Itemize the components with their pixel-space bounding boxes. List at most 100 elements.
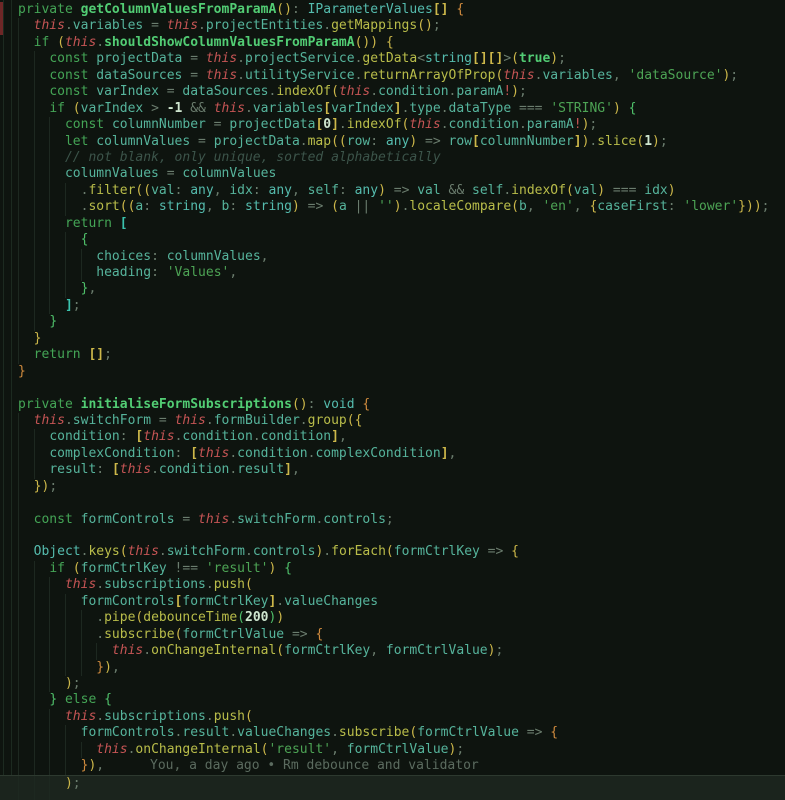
token-id: condition: [182, 429, 252, 444]
code-line[interactable]: const varIndex = dataSources.indexOf(thi…: [0, 84, 785, 100]
code-line[interactable]: }: [0, 364, 785, 380]
token-id: b: [519, 199, 527, 214]
token-b1: {: [362, 397, 370, 412]
token-op: .: [300, 134, 308, 149]
token-op: ;: [558, 51, 566, 66]
code-line[interactable]: }),You, a day ago • Rm debounce and vali…: [0, 758, 785, 774]
code-text: }),: [18, 660, 120, 675]
code-line[interactable]: complexCondition: [this.condition.comple…: [0, 446, 785, 462]
token-op: .: [253, 429, 261, 444]
token-op: ;: [386, 512, 394, 527]
token-this: this: [120, 462, 151, 477]
token-op: ,: [331, 742, 347, 757]
code-line[interactable]: }: [0, 314, 785, 330]
token-op: :: [175, 446, 191, 461]
token-op: =: [206, 117, 229, 132]
code-area[interactable]: private getColumnValuesFromParamA(): IPa…: [0, 0, 785, 800]
code-line[interactable]: return [];: [0, 347, 785, 363]
token-this: this: [128, 544, 159, 559]
code-line[interactable]: const projectData = this.projectService.…: [0, 51, 785, 67]
code-line[interactable]: if (this.shouldShowColumnValuesFromParam…: [0, 35, 785, 51]
code-line[interactable]: if (varIndex > -1 && this.variables[varI…: [0, 101, 785, 117]
code-line[interactable]: }: [0, 331, 785, 347]
token-id: formCtrlKey: [81, 561, 167, 576]
code-line[interactable]: return [: [0, 216, 785, 232]
code-line[interactable]: .pipe(debounceTime(200)): [0, 610, 785, 626]
token-b2: ): [597, 183, 605, 198]
code-line[interactable]: this.onChangeInternal('result', formCtrl…: [0, 742, 785, 758]
token-kw: const: [65, 117, 112, 132]
token-b2: ): [394, 199, 402, 214]
code-line[interactable]: .subscribe(formCtrlValue => {: [0, 627, 785, 643]
code-line[interactable]: this.subscriptions.push(: [0, 577, 785, 593]
code-line[interactable]: result: [this.condition.result],: [0, 462, 785, 478]
token-op: .: [229, 512, 237, 527]
code-line[interactable]: columnValues = columnValues: [0, 166, 785, 182]
code-text: heading: 'Values',: [18, 265, 237, 280]
code-line[interactable]: private initialiseFormSubscriptions(): v…: [0, 397, 785, 413]
token-id: condition: [237, 446, 307, 461]
token-bang: !: [503, 84, 511, 99]
token-this: this: [339, 84, 370, 99]
code-line[interactable]: [0, 528, 785, 544]
token-num: 1: [644, 134, 652, 149]
code-line[interactable]: );: [0, 775, 785, 800]
code-line[interactable]: const dataSources = this.utilityService.…: [0, 68, 785, 84]
token-type: string: [159, 199, 206, 214]
code-line[interactable]: .sort((a: string, b: string) => (a || ''…: [0, 199, 785, 215]
code-line[interactable]: [0, 495, 785, 511]
code-line[interactable]: }),: [0, 660, 785, 676]
token-op: .: [237, 51, 245, 66]
code-line[interactable]: private getColumnValuesFromParamA(): IPa…: [0, 2, 785, 18]
code-line[interactable]: } else {: [0, 692, 785, 708]
token-op: .: [323, 18, 331, 33]
token-op: <: [417, 51, 425, 66]
code-line[interactable]: Object.keys(this.switchForm.controls).fo…: [0, 544, 785, 560]
token-op: ;: [433, 18, 441, 33]
code-line[interactable]: // not blank, only unique, sorted alphab…: [0, 150, 785, 166]
code-line[interactable]: let columnValues = projectData.map((row:…: [0, 134, 785, 150]
token-id: paramA: [456, 84, 503, 99]
code-line[interactable]: {: [0, 232, 785, 248]
code-line[interactable]: [0, 380, 785, 396]
code-line[interactable]: this.variables = this.projectEntities.ge…: [0, 18, 785, 34]
code-line[interactable]: this.onChangeInternal(formCtrlKey, formC…: [0, 643, 785, 659]
token-b2: ): [65, 676, 73, 691]
token-bk: [][]: [472, 51, 503, 66]
token-op: :: [96, 462, 112, 477]
token-b2: }: [34, 331, 42, 346]
token-id: subscriptions: [104, 577, 206, 592]
code-line[interactable]: this.subscriptions.push(: [0, 709, 785, 725]
code-line[interactable]: const columnNumber = projectData[0].inde…: [0, 117, 785, 133]
code-line[interactable]: });: [0, 479, 785, 495]
token-id: formBuilder: [214, 413, 300, 428]
token-op: &&: [441, 183, 472, 198]
token-call: slice: [597, 134, 636, 149]
code-line[interactable]: condition: [this.condition.condition],: [0, 429, 785, 445]
code-line[interactable]: ];: [0, 298, 785, 314]
token-id: result: [237, 462, 284, 477]
code-line[interactable]: choices: columnValues,: [0, 249, 785, 265]
code-line[interactable]: if (formCtrlKey !== 'result') {: [0, 561, 785, 577]
code-text: .subscribe(formCtrlValue => {: [18, 627, 323, 642]
code-line[interactable]: this.switchForm = this.formBuilder.group…: [0, 413, 785, 429]
code-editor[interactable]: private getColumnValuesFromParamA(): IPa…: [0, 0, 785, 800]
token-id: dataSources: [182, 84, 268, 99]
token-op: ,: [112, 660, 120, 675]
code-line[interactable]: const formControls = this.switchForm.con…: [0, 512, 785, 528]
token-id: formCtrlValue: [182, 627, 284, 642]
code-line[interactable]: formControls[formCtrlKey].valueChanges: [0, 594, 785, 610]
code-text: const varIndex = dataSources.indexOf(thi…: [18, 84, 527, 99]
code-text: private getColumnValuesFromParamA(): IPa…: [18, 2, 464, 17]
token-b2: (: [120, 544, 128, 559]
token-op: .: [65, 18, 73, 33]
token-op: .: [198, 18, 206, 33]
code-line[interactable]: .filter((val: any, idx: any, self: any) …: [0, 183, 785, 199]
code-line[interactable]: heading: 'Values',: [0, 265, 785, 281]
token-b3: }: [49, 692, 65, 707]
token-op: ,: [229, 265, 237, 280]
code-line[interactable]: },: [0, 281, 785, 297]
token-id: columnNumber: [480, 134, 574, 149]
code-line[interactable]: formControls.result.valueChanges.subscri…: [0, 725, 785, 741]
code-line[interactable]: );: [0, 676, 785, 692]
